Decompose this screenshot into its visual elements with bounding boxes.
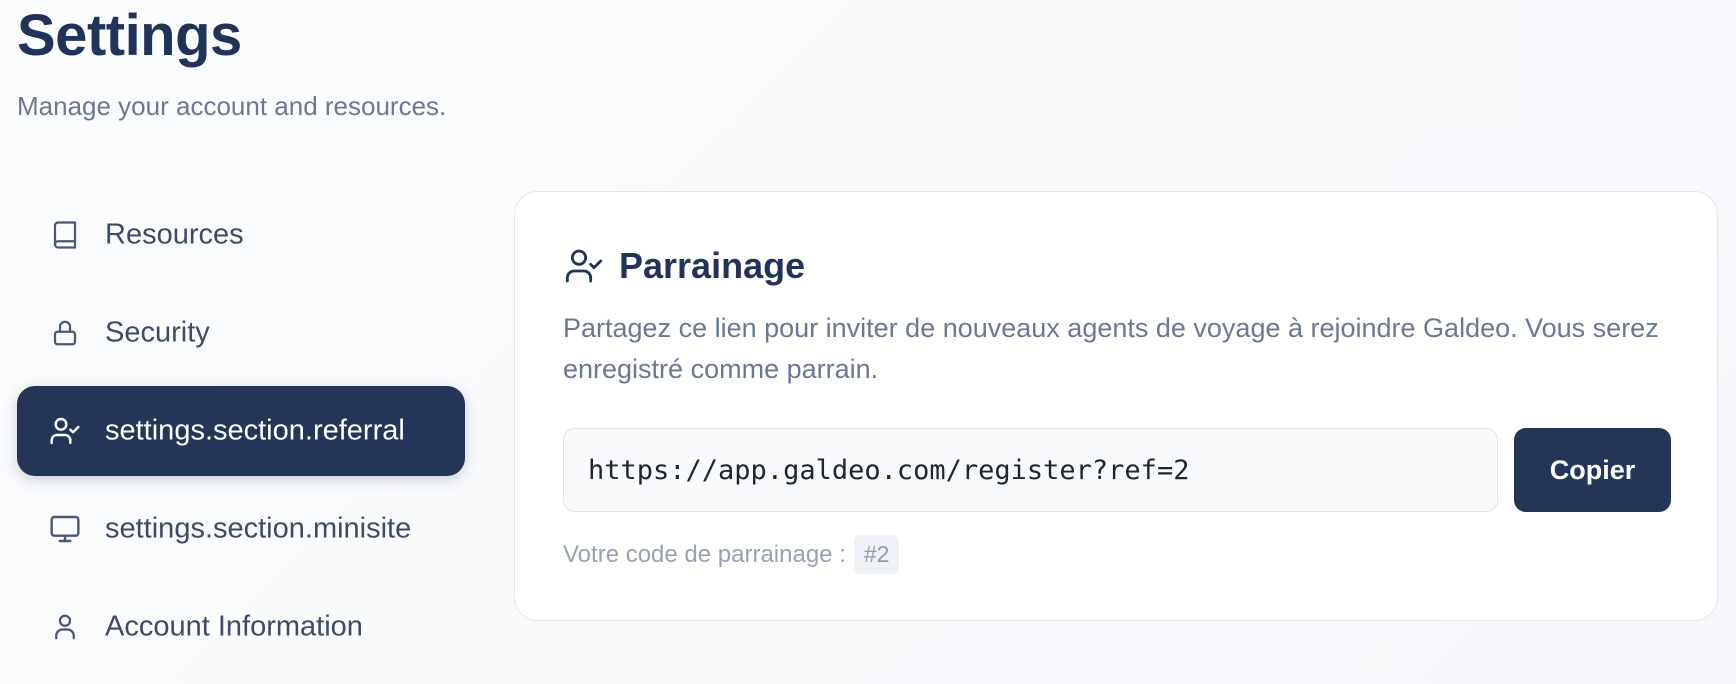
user-check-icon — [49, 415, 81, 447]
sidebar-item-label: settings.section.minisite — [105, 512, 412, 545]
referral-description: Partagez ce lien pour inviter de nouveau… — [563, 313, 1659, 384]
sidebar-item-label: Account Information — [105, 610, 363, 643]
user-icon — [49, 611, 81, 643]
page-subtitle: Manage your account and resources. — [17, 91, 447, 121]
referral-code-label: Votre code de parrainage : — [563, 540, 846, 568]
sidebar-item-label: Security — [105, 316, 210, 349]
copy-button[interactable]: Copier — [1514, 428, 1671, 512]
sidebar-item-minisite[interactable]: settings.section.minisite — [17, 484, 465, 574]
sidebar-item-resources[interactable]: Resources — [17, 190, 465, 280]
referral-title: Parrainage — [619, 245, 806, 286]
settings-sidebar: Resources Security settings.section.refe… — [17, 190, 465, 680]
referral-code-line: Votre code de parrainage : #2 — [563, 535, 900, 574]
page-title: Settings — [17, 3, 242, 68]
monitor-icon — [49, 513, 81, 545]
sidebar-item-referral[interactable]: settings.section.referral — [17, 386, 465, 476]
referral-link-field[interactable] — [563, 428, 1498, 512]
sidebar-item-security[interactable]: Security — [17, 288, 465, 378]
sidebar-item-label: settings.section.referral — [105, 414, 405, 447]
referral-card-header: Parrainage — [563, 244, 805, 288]
book-icon — [49, 219, 81, 251]
lock-icon — [49, 317, 81, 349]
user-check-icon — [563, 245, 605, 287]
referral-code-badge: #2 — [853, 535, 900, 574]
settings-page: Settings Manage your account and resourc… — [0, 0, 1736, 684]
referral-card: Parrainage Partagez ce lien pour inviter… — [514, 191, 1718, 621]
sidebar-item-account-information[interactable]: Account Information — [17, 582, 465, 672]
sidebar-item-label: Resources — [105, 218, 244, 251]
